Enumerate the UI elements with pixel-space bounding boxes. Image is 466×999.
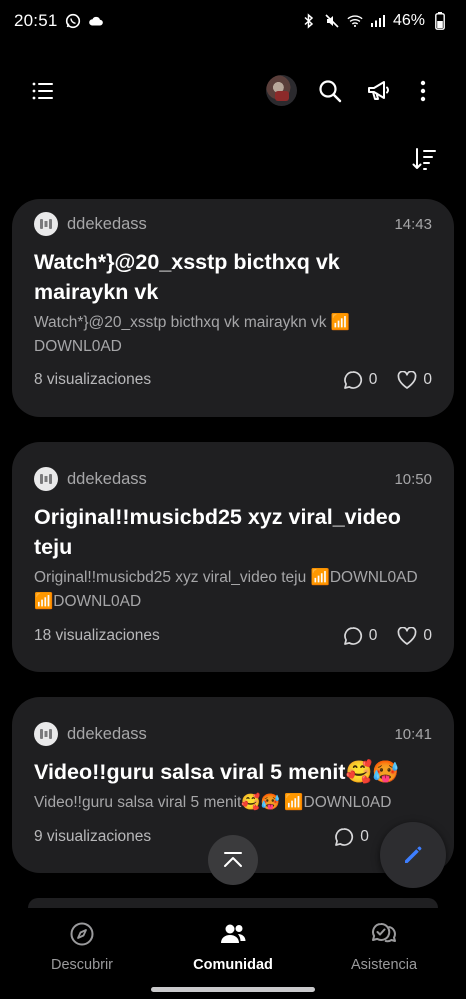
post-stats: 0 bbox=[334, 827, 369, 847]
menu-button[interactable] bbox=[28, 76, 58, 106]
post-time: 10:50 bbox=[394, 470, 432, 488]
comment-icon[interactable] bbox=[334, 827, 354, 847]
community-logo-icon bbox=[34, 722, 58, 746]
community-logo-icon bbox=[34, 212, 58, 236]
post-header: ddekedass 10:41 bbox=[34, 721, 432, 747]
like-count: 0 bbox=[423, 627, 432, 644]
battery-icon bbox=[432, 12, 448, 30]
megaphone-icon bbox=[368, 81, 390, 100]
post-card-partial bbox=[28, 898, 438, 908]
bottom-navigation: Descubrir Comunidad Asistencia bbox=[0, 908, 466, 999]
compose-button[interactable] bbox=[380, 822, 446, 888]
post-views: 8 visualizaciones bbox=[34, 371, 152, 388]
more-options-button[interactable] bbox=[408, 76, 438, 106]
post-title: Original!!musicbd25 xyz viral_video teju bbox=[34, 505, 401, 559]
post-views: 9 visualizaciones bbox=[34, 828, 152, 845]
nav-label: Descubrir bbox=[50, 957, 114, 973]
comment-icon[interactable] bbox=[343, 626, 363, 646]
nav-label: Asistencia bbox=[350, 957, 418, 973]
community-logo-icon bbox=[34, 467, 58, 491]
search-icon bbox=[319, 80, 342, 103]
home-indicator[interactable] bbox=[151, 987, 315, 992]
status-left: 20:51 bbox=[14, 11, 104, 31]
post-author[interactable]: ddekedass bbox=[67, 215, 147, 234]
nav-item-community[interactable]: Comunidad bbox=[158, 920, 308, 973]
post-snippet: Video!!guru salsa viral 5 menit🥰🥵 📶DOWNL… bbox=[34, 794, 392, 811]
post-footer: 18 visualizaciones 0 0 bbox=[34, 624, 432, 648]
nav-label: Comunidad bbox=[193, 957, 273, 973]
post-card[interactable]: ddekedass 10:50 Original!!musicbd25 xyz … bbox=[12, 442, 454, 672]
avatar[interactable] bbox=[266, 75, 297, 106]
signal-icon bbox=[370, 13, 386, 29]
announcements-button[interactable] bbox=[364, 76, 394, 106]
bluetooth-icon bbox=[301, 13, 317, 29]
post-author[interactable]: ddekedass bbox=[67, 725, 147, 744]
people-icon bbox=[219, 920, 247, 948]
post-time: 14:43 bbox=[394, 215, 432, 233]
post-author[interactable]: ddekedass bbox=[67, 470, 147, 489]
post-stats: 0 0 bbox=[343, 370, 432, 390]
post-snippet: Original!!musicbd25 xyz viral_video teju… bbox=[34, 569, 418, 610]
nav-item-support[interactable]: Asistencia bbox=[309, 920, 459, 973]
status-time: 20:51 bbox=[14, 11, 58, 30]
post-title: Watch*}@20_xsstp bicthxq vk mairaykn vk bbox=[34, 250, 340, 304]
more-vertical-icon bbox=[420, 80, 426, 102]
comment-count: 0 bbox=[368, 627, 378, 644]
search-button[interactable] bbox=[315, 76, 345, 106]
post-snippet: Watch*}@20_xsstp bicthxq vk mairaykn vk … bbox=[34, 314, 351, 355]
post-title: Video!!guru salsa viral 5 menit🥰🥵 bbox=[34, 760, 399, 784]
post-header: ddekedass 14:43 bbox=[34, 211, 432, 237]
cloud-icon bbox=[88, 13, 104, 29]
nav-item-discover[interactable]: Descubrir bbox=[7, 920, 157, 973]
menu-icon bbox=[32, 82, 53, 100]
like-count: 0 bbox=[423, 371, 432, 388]
comment-count: 0 bbox=[360, 828, 369, 845]
heart-icon[interactable] bbox=[397, 371, 417, 389]
scroll-up-icon bbox=[224, 852, 242, 867]
comment-icon[interactable] bbox=[343, 370, 363, 390]
scroll-to-top-button[interactable] bbox=[208, 835, 258, 885]
status-right: 46% bbox=[301, 12, 448, 30]
battery-percent: 46% bbox=[392, 12, 425, 29]
top-app-bar bbox=[0, 62, 466, 120]
post-footer: 8 visualizaciones 0 0 bbox=[34, 368, 432, 392]
status-bar: 20:51 46% bbox=[0, 0, 466, 42]
pencil-icon bbox=[405, 846, 422, 863]
post-card[interactable]: ddekedass 14:43 Watch*}@20_xsstp bicthxq… bbox=[12, 199, 454, 417]
whatsapp-icon bbox=[65, 13, 81, 29]
heart-icon[interactable] bbox=[397, 627, 417, 645]
post-stats: 0 0 bbox=[343, 626, 432, 646]
comment-count: 0 bbox=[368, 371, 378, 388]
sort-button[interactable] bbox=[410, 144, 440, 174]
mute-icon bbox=[324, 13, 340, 29]
sort-descending-icon bbox=[412, 148, 436, 170]
chat-support-icon bbox=[370, 920, 398, 948]
post-views: 18 visualizaciones bbox=[34, 627, 160, 644]
compass-icon bbox=[68, 920, 96, 948]
post-header: ddekedass 10:50 bbox=[34, 466, 432, 492]
wifi-icon bbox=[347, 13, 363, 29]
post-time: 10:41 bbox=[394, 725, 432, 743]
